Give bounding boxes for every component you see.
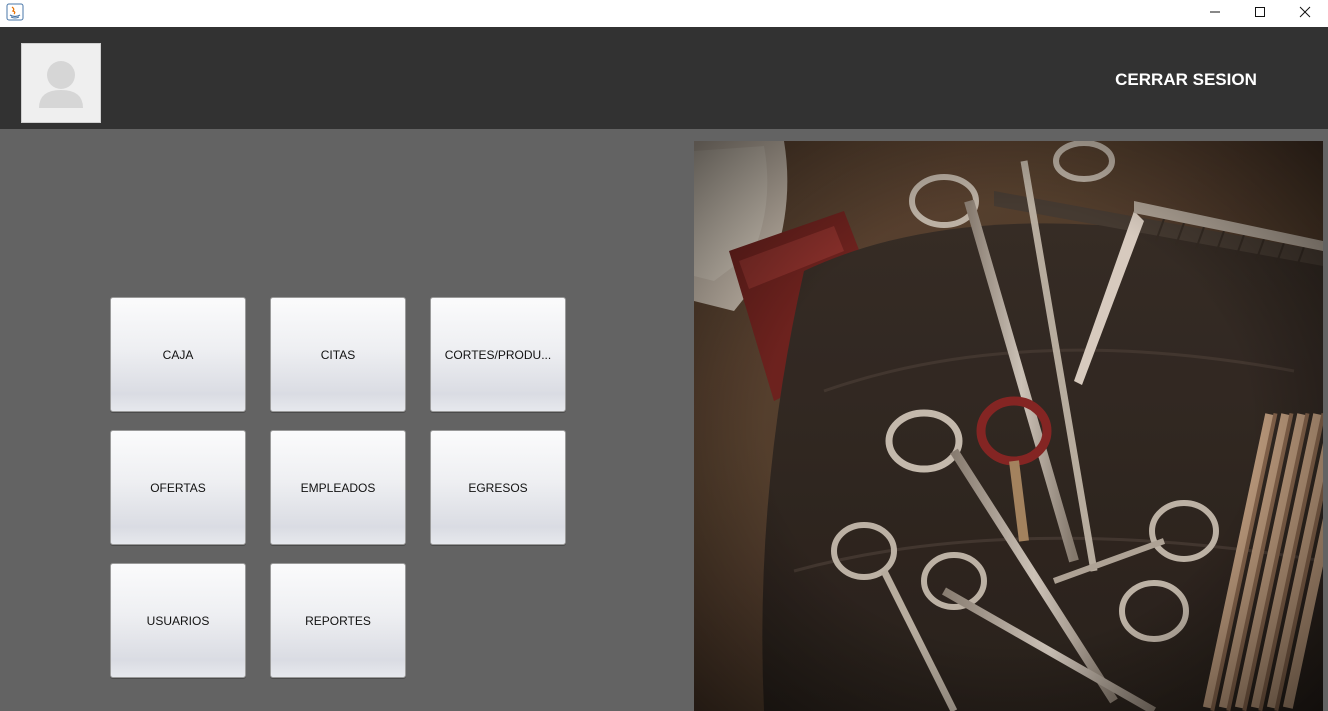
cortes-productos-button[interactable]: CORTES/PRODU... [430, 297, 566, 412]
avatar [21, 43, 101, 123]
egresos-button[interactable]: EGRESOS [430, 430, 566, 545]
user-silhouette-icon [22, 61, 100, 122]
ofertas-button[interactable]: OFERTAS [110, 430, 246, 545]
barber-tools-image: TIL [694, 141, 1323, 711]
reportes-button[interactable]: REPORTES [270, 563, 406, 678]
maximize-button[interactable] [1237, 0, 1283, 27]
java-icon [6, 3, 24, 21]
logout-button[interactable]: CERRAR SESION [1100, 67, 1272, 93]
maximize-icon [1254, 5, 1266, 23]
close-icon [1299, 5, 1311, 23]
citas-button[interactable]: CITAS [270, 297, 406, 412]
minimize-button[interactable] [1192, 0, 1238, 27]
minimize-icon [1209, 5, 1221, 23]
empleados-button[interactable]: EMPLEADOS [270, 430, 406, 545]
header-bar: CERRAR SESION [0, 27, 1328, 129]
close-button[interactable] [1282, 0, 1328, 27]
caja-button[interactable]: CAJA [110, 297, 246, 412]
window-titlebar [0, 0, 1328, 27]
usuarios-button[interactable]: USUARIOS [110, 563, 246, 678]
